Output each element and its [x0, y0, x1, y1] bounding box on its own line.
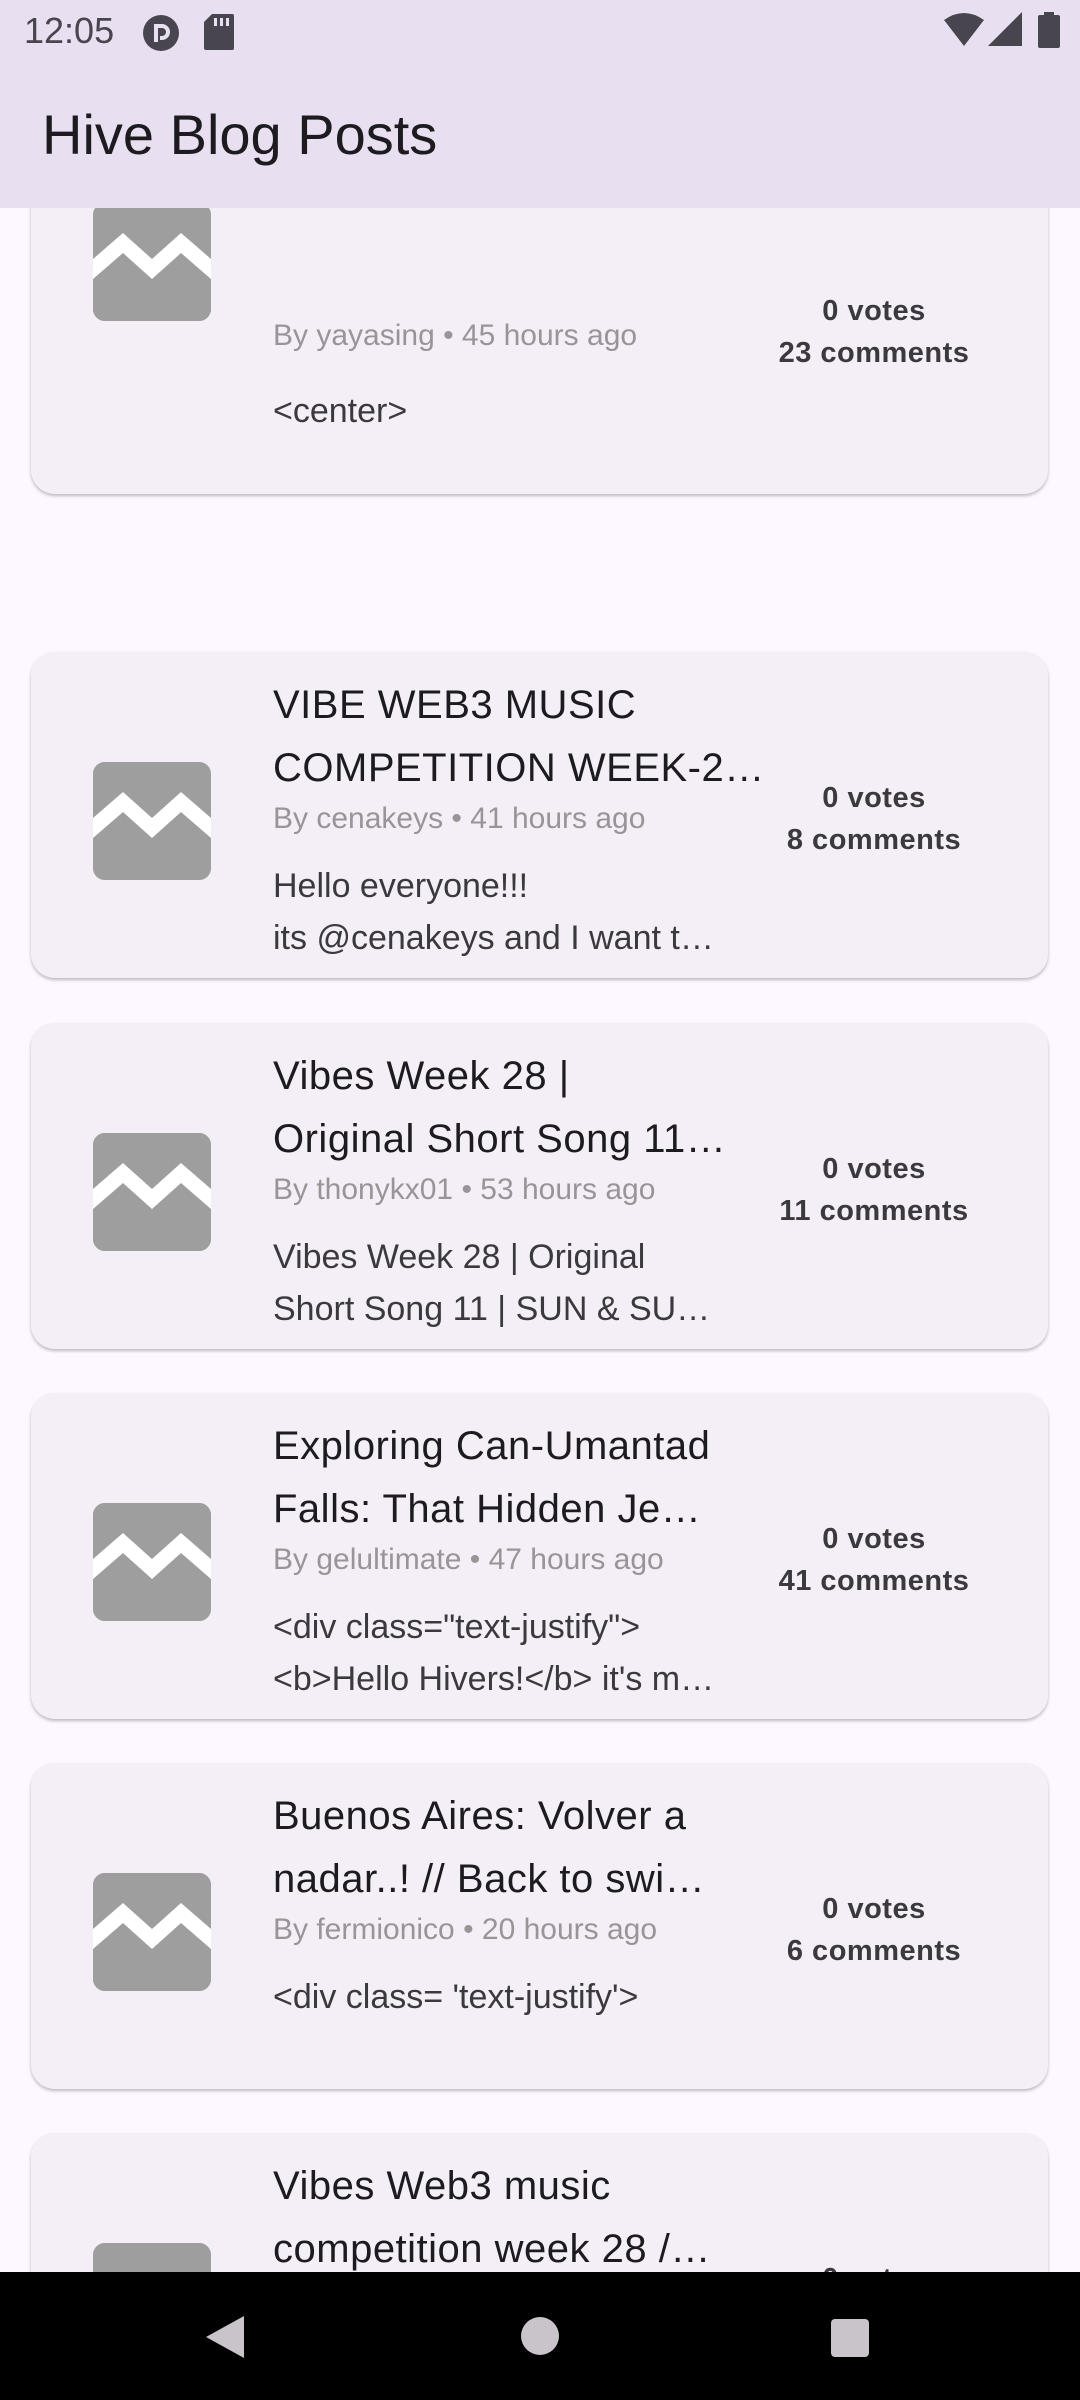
post-list[interactable]: By yayasing • 45 hours ago <center> 0 vote… [0, 208, 1080, 2272]
app-bar: Hive Blog Posts [0, 64, 1080, 208]
post-excerpt: <div class= 'text-justify'> [273, 1971, 793, 2023]
vote-count: 0 votes [822, 295, 926, 327]
post-meta: By fermionico • 20 hours ago [273, 1913, 658, 1946]
post-title-line: Buenos Aires: Volver a [273, 1794, 687, 1838]
post-title: Vibes Week 28 | Original Short Song 11… [273, 1045, 793, 1171]
vote-count: 0 votes [822, 1153, 926, 1185]
home-icon[interactable] [520, 2316, 560, 2361]
comment-count: 41 comments [778, 1565, 970, 1597]
recents-icon[interactable] [830, 2318, 870, 2363]
post-title: Vibes Web3 music competition week 28 /… [273, 2155, 793, 2272]
post-card[interactable]: By yayasing • 45 hours ago <center> 0 vote… [31, 208, 1048, 494]
post-excerpt-line: <b>Hello Hivers!</b> it's m… [273, 1660, 715, 1698]
post-meta: By cenakeys • 41 hours ago [273, 802, 646, 835]
broken-image-icon [93, 1503, 211, 1621]
broken-image-icon [93, 208, 211, 321]
post-excerpt-line: Hello everyone!!! [273, 867, 529, 905]
post-title-line: Falls: That Hidden Je… [273, 1487, 702, 1531]
post-title: Exploring Can-Umantad Falls: That Hidden … [273, 1415, 793, 1541]
post-excerpt-line: <center> [273, 392, 408, 430]
post-title-line: Original Short Song 11… [273, 1117, 727, 1161]
page-title: Hive Blog Posts [42, 103, 438, 166]
status-time: 12:05 [24, 10, 115, 51]
post-excerpt-line: Short Song 11 | SUN & SU… [273, 1290, 711, 1328]
post-title: VIBE WEB3 MUSIC COMPETITION WEEK-2… [273, 674, 793, 800]
post-stats: 0 votes 41 comments [764, 1518, 984, 1602]
vote-count: 0 votes [822, 1523, 926, 1555]
post-meta: By yayasing • 45 hours ago [273, 319, 638, 352]
post-card[interactable]: Vibes Web3 musiccompetition week 28 /…By… [31, 2133, 1048, 2272]
post-stats: 0 votes 8 comments [764, 777, 984, 861]
post-excerpt-line: its @cenakeys and I want t… [273, 919, 714, 957]
broken-image-icon [93, 1133, 211, 1251]
comment-count: 11 comments [779, 1195, 969, 1227]
broken-image-icon [93, 762, 211, 880]
post-excerpt: Vibes Week 28 | Original Short Song 11 | … [273, 1231, 793, 1335]
post-title-line: COMPETITION WEEK-2… [273, 746, 765, 790]
post-excerpt: <div class="text-justify"> <b>Hello Hiver… [273, 1601, 793, 1705]
cellular-signal-icon [988, 12, 1022, 51]
post-meta: By gelultimate • 47 hours ago [273, 1543, 664, 1576]
broken-image-icon [93, 1873, 211, 1991]
post-card[interactable]: Buenos Aires: Volver a nadar..! // Back t… [31, 1763, 1048, 2089]
post-stats: 0 votes 23 comments [764, 290, 984, 374]
comment-count: 6 comments [786, 1935, 962, 1967]
post-excerpt-line: <div class= 'text-justify'> [273, 1978, 639, 2016]
post-meta: By thonykx01 • 53 hours ago [273, 1173, 656, 1206]
pocket-casts-icon [142, 14, 180, 57]
comment-count: 23 comments [778, 337, 970, 369]
post-title-line: Vibes Week 28 | [273, 1054, 570, 1098]
back-icon[interactable] [204, 2314, 246, 2365]
post-title-line: Vibes Web3 music [273, 2164, 611, 2208]
post-stats: 0 votes 11 comments [764, 1148, 984, 1232]
system-nav-bar [0, 2272, 1080, 2400]
sd-card-icon [204, 14, 234, 55]
post-card[interactable]: Vibes Week 28 | Original Short Song 11… By… [31, 1023, 1048, 1349]
post-excerpt: Hello everyone!!! its @cenakeys and I wan… [273, 860, 793, 964]
status-bar: 12:05 [0, 0, 1080, 64]
post-card[interactable]: VIBE WEB3 MUSIC COMPETITION WEEK-2… By cen… [31, 652, 1048, 978]
post-excerpt-line: <div class="text-justify"> [273, 1608, 641, 1646]
post-stats: 0 votes 6 comments [764, 1888, 984, 1972]
comment-count: 8 comments [786, 824, 962, 856]
post-stats: 0 votes10 comments [764, 2258, 984, 2272]
post-card[interactable]: Exploring Can-Umantad Falls: That Hidden … [31, 1393, 1048, 1719]
post-title-line: competition week 28 /… [273, 2227, 711, 2271]
post-title-line: VIBE WEB3 MUSIC [273, 683, 637, 727]
vote-count: 0 votes [822, 782, 926, 814]
post-title-line: Exploring Can-Umantad [273, 1424, 711, 1468]
broken-image-icon [93, 2243, 211, 2272]
post-excerpt: <center> [273, 385, 793, 437]
post-title-line: nadar..! // Back to swi… [273, 1857, 706, 1901]
vote-count: 0 votes [764, 2258, 984, 2272]
post-excerpt-line: Vibes Week 28 | Original [273, 1238, 646, 1276]
battery-icon [1038, 12, 1060, 53]
vote-count: 0 votes [822, 1893, 926, 1925]
post-title: Buenos Aires: Volver a nadar..! // Back t… [273, 1785, 793, 1911]
wifi-icon [944, 12, 984, 51]
